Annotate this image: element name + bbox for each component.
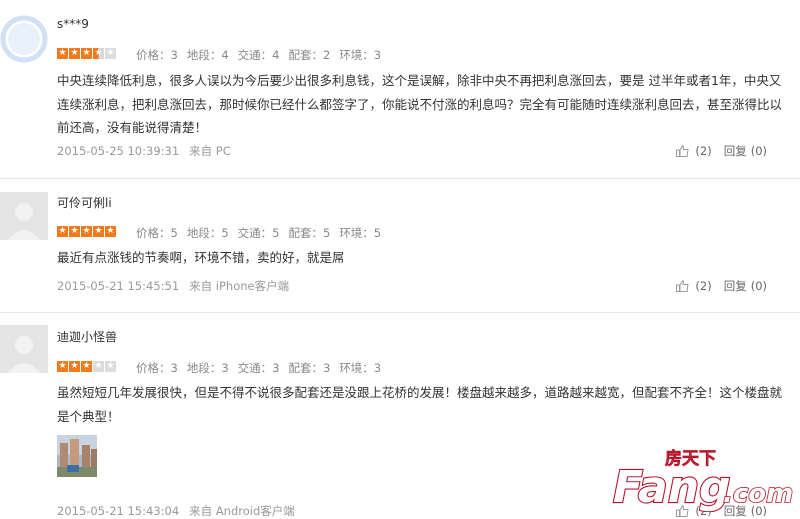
environment-score: 环境：5 bbox=[339, 226, 382, 240]
username[interactable]: 迪迦小怪兽 bbox=[57, 328, 117, 345]
review-meta: 2015-05-21 15:43:04 来自 Android客户端 bbox=[57, 503, 295, 519]
review-content: 中央连续降低利息，很多人误以为今后要少出很多利息钱，这个是误解，除非中央不再把利… bbox=[57, 73, 783, 135]
reply-link[interactable]: 回复 bbox=[724, 143, 747, 159]
star-icon: ★ bbox=[57, 48, 68, 59]
review-2: 可伶可俐li ★ ★ ★ ★ ★ 价格：5 地段：5 交通：5 配套：5 环境：5 最近… bbox=[0, 179, 800, 312]
star-icon: ★ bbox=[105, 226, 116, 237]
star-rating: ★ ★ ★ ★ ★ bbox=[57, 226, 117, 238]
reply-count: (0) bbox=[750, 504, 767, 518]
star-icon: ★ bbox=[93, 226, 104, 237]
facilities-score: 配套：3 bbox=[288, 361, 331, 375]
review-actions: (2) 回复 (0) bbox=[676, 503, 767, 519]
star-icon: ★ bbox=[81, 361, 92, 372]
username[interactable]: s***9 bbox=[57, 17, 89, 31]
star-icon: ★ bbox=[81, 48, 92, 59]
review-source: 来自 Android客户端 bbox=[189, 504, 295, 518]
default-avatar-icon bbox=[0, 325, 48, 373]
score-breakdown: 价格：5 地段：5 交通：5 配套：5 环境：5 bbox=[136, 225, 390, 241]
username[interactable]: 可伶可俐li bbox=[57, 194, 112, 211]
like-count[interactable]: (2) bbox=[695, 504, 711, 518]
user-avatar[interactable] bbox=[0, 192, 48, 240]
review-source: 来自 iPhone客户端 bbox=[189, 279, 290, 293]
reply-count: (0) bbox=[750, 144, 767, 158]
price-score: 价格：5 bbox=[136, 226, 178, 240]
review-photo[interactable] bbox=[57, 435, 97, 477]
thumbs-up-icon[interactable] bbox=[676, 145, 689, 157]
transport-score: 交通：5 bbox=[237, 226, 280, 240]
star-empty-icon: ★ bbox=[93, 361, 104, 372]
default-avatar-icon bbox=[0, 192, 48, 240]
score-breakdown: 价格：3 地段：4 交通：4 配套：2 环境：3 bbox=[136, 47, 390, 63]
score-breakdown: 价格：3 地段：3 交通：3 配套：3 环境：3 bbox=[136, 360, 390, 376]
star-icon: ★ bbox=[81, 226, 92, 237]
star-icon: ★ bbox=[57, 361, 68, 372]
review-1: s***9 ★ ★ ★ ★ ★ 价格：3 地段：4 交通：4 配套：2 环境：3 中央连… bbox=[0, 0, 800, 178]
star-icon: ★ bbox=[57, 226, 68, 237]
facilities-score: 配套：5 bbox=[288, 226, 331, 240]
thumbs-up-icon[interactable] bbox=[676, 505, 689, 517]
review-time: 2015-05-21 15:45:51 bbox=[57, 279, 180, 293]
review-source: 来自 PC bbox=[189, 144, 231, 158]
review-actions: (2) 回复 (0) bbox=[676, 278, 767, 294]
star-icon: ★ bbox=[69, 48, 80, 59]
star-icon: ★ bbox=[69, 361, 80, 372]
review-time: 2015-05-25 10:39:31 bbox=[57, 144, 180, 158]
reply-count: (0) bbox=[750, 279, 767, 293]
thumbs-up-icon[interactable] bbox=[676, 280, 689, 292]
transport-score: 交通：3 bbox=[237, 361, 280, 375]
star-rating: ★ ★ ★ ★ ★ bbox=[57, 361, 117, 373]
review-3: 迪迦小怪兽 ★ ★ ★ ★ ★ 价格：3 地段：3 交通：3 配套：3 环境：3 虽然短… bbox=[0, 313, 800, 518]
review-actions: (2) 回复 (0) bbox=[676, 143, 767, 159]
review-content: 最近有点涨钱的节奏啊，环境不错，卖的好，就是屌 bbox=[57, 250, 345, 265]
price-score: 价格：3 bbox=[136, 48, 178, 62]
facilities-score: 配套：2 bbox=[288, 48, 331, 62]
review-meta: 2015-05-25 10:39:31 来自 PC bbox=[57, 143, 231, 159]
location-score: 地段：3 bbox=[186, 361, 229, 375]
star-icon: ★ bbox=[69, 226, 80, 237]
environment-score: 环境：3 bbox=[339, 361, 382, 375]
star-empty-icon: ★ bbox=[105, 48, 116, 59]
star-half-icon: ★ bbox=[93, 48, 104, 59]
environment-score: 环境：3 bbox=[339, 48, 382, 62]
user-avatar[interactable] bbox=[0, 15, 48, 63]
reply-link[interactable]: 回复 bbox=[724, 503, 747, 519]
location-score: 地段：4 bbox=[186, 48, 229, 62]
building-photo-icon bbox=[57, 435, 97, 477]
default-avatar-icon bbox=[0, 15, 48, 63]
price-score: 价格：3 bbox=[136, 361, 178, 375]
review-content: 虽然短短几年发展很快，但是不得不说很多配套还是没跟上花桥的发展！楼盘越来越多，道… bbox=[57, 385, 783, 424]
user-avatar[interactable] bbox=[0, 325, 48, 373]
location-score: 地段：5 bbox=[186, 226, 229, 240]
star-empty-icon: ★ bbox=[105, 361, 116, 372]
star-rating: ★ ★ ★ ★ ★ bbox=[57, 48, 117, 60]
transport-score: 交通：4 bbox=[237, 48, 280, 62]
reply-link[interactable]: 回复 bbox=[724, 278, 747, 294]
like-count[interactable]: (2) bbox=[695, 279, 711, 293]
review-time: 2015-05-21 15:43:04 bbox=[57, 504, 180, 518]
like-count[interactable]: (2) bbox=[695, 144, 711, 158]
review-meta: 2015-05-21 15:45:51 来自 iPhone客户端 bbox=[57, 278, 289, 294]
